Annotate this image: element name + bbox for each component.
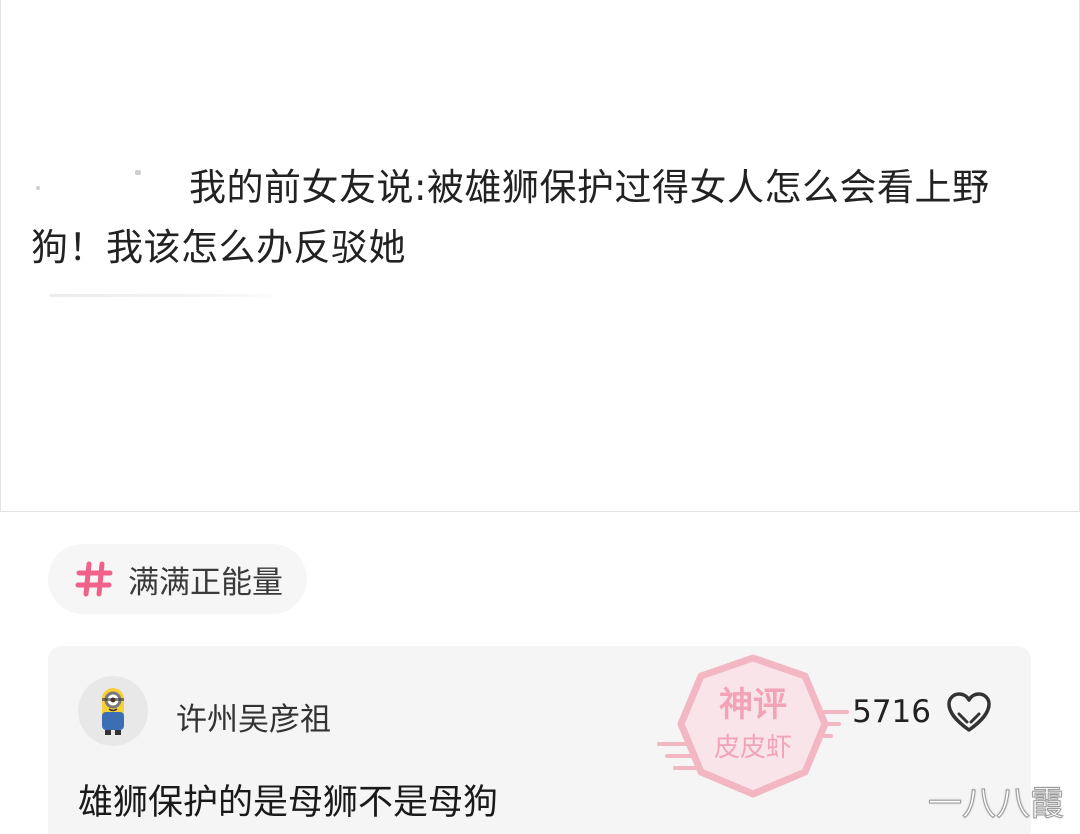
watermark: 一八八霞 [928,784,1065,825]
topic-tag[interactable]: 满满正能量 [48,544,307,614]
minion-avatar[interactable] [78,676,148,746]
post-text: 我的前女友说:被雄狮保护过得女人怎么会看上野狗！我该怎么办反驳她 [31,166,990,269]
username[interactable]: 许州吴彦祖 [176,694,331,739]
stamp-line2: 皮皮虾 [714,733,792,763]
heart-outline-icon[interactable] [945,690,993,734]
comment-text: 雄狮保护的是母狮不是母狗 [78,783,499,823]
shenping-stamp: 神评 皮皮虾 [657,654,849,798]
stamp-line1: 神评 [719,685,787,725]
post-image[interactable]: 我的前女友说:被雄狮保护过得女人怎么会看上野狗！我该怎么办反驳她 [0,0,1080,512]
topic-label: 满满正能量 [128,564,283,601]
like-count: 5716 [852,694,931,730]
post-underline [49,294,285,297]
comment-card[interactable]: 许州吴彦祖 5716 雄狮保护的是母狮不是母狗 [48,646,1031,834]
hash-icon [75,561,113,597]
